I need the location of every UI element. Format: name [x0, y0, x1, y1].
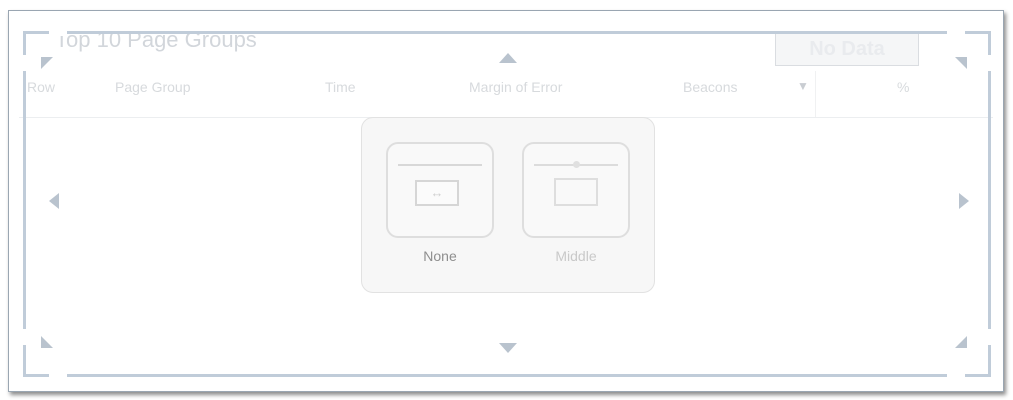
resize-top-right-icon[interactable]	[955, 57, 967, 69]
border-gap	[49, 372, 67, 379]
selection-border-right[interactable]	[988, 31, 991, 377]
selection-border-bottom[interactable]	[23, 374, 991, 377]
anchor-point-icon	[573, 161, 580, 168]
resize-top-left-icon[interactable]	[41, 57, 53, 69]
column-header-time[interactable]: Time	[325, 79, 356, 95]
resize-bottom-right-icon[interactable]	[955, 336, 967, 348]
dock-option-middle-label: Middle	[555, 248, 597, 264]
column-divider	[815, 71, 816, 117]
widget-preview-box: ↔	[415, 180, 459, 206]
resize-bottom-left-icon[interactable]	[41, 336, 53, 348]
dock-alignment-panel: ↔ None Middle	[361, 117, 655, 293]
column-header-beacons[interactable]: Beacons	[683, 79, 737, 95]
border-gap	[49, 29, 67, 36]
table-header: Row Page Group Time Margin of Error Beac…	[19, 71, 993, 118]
border-gap	[21, 329, 28, 345]
border-gap	[947, 29, 965, 36]
border-gap	[986, 55, 993, 71]
arrow-down-icon[interactable]	[499, 343, 517, 353]
column-header-percent[interactable]: %	[897, 79, 909, 95]
widget-preview-box	[554, 178, 598, 206]
horizontal-resize-icon: ↔	[430, 185, 444, 200]
dock-option-middle[interactable]	[522, 142, 630, 238]
widget-body: Top 10 Page Groups No Data Row Page Grou…	[9, 11, 1003, 391]
toolbar-line	[398, 164, 482, 166]
arrow-up-icon[interactable]	[499, 53, 517, 63]
column-header-row[interactable]: Row	[27, 79, 55, 95]
dock-option-none[interactable]: ↔	[386, 142, 494, 238]
column-header-page-group[interactable]: Page Group	[115, 79, 191, 95]
arrow-left-icon[interactable]	[49, 193, 59, 209]
dashboard-widget-frame: Top 10 Page Groups No Data Row Page Grou…	[8, 10, 1004, 392]
sort-descending-icon[interactable]: ▼	[797, 79, 809, 93]
selection-border-top[interactable]	[23, 31, 991, 34]
border-gap	[986, 329, 993, 345]
border-gap	[21, 55, 28, 71]
column-header-margin-of-error[interactable]: Margin of Error	[469, 79, 562, 95]
border-gap	[947, 372, 965, 379]
no-data-badge: No Data	[775, 33, 919, 66]
selection-border-left[interactable]	[23, 31, 26, 377]
dock-option-none-label: None	[423, 248, 457, 264]
arrow-right-icon[interactable]	[959, 193, 969, 209]
